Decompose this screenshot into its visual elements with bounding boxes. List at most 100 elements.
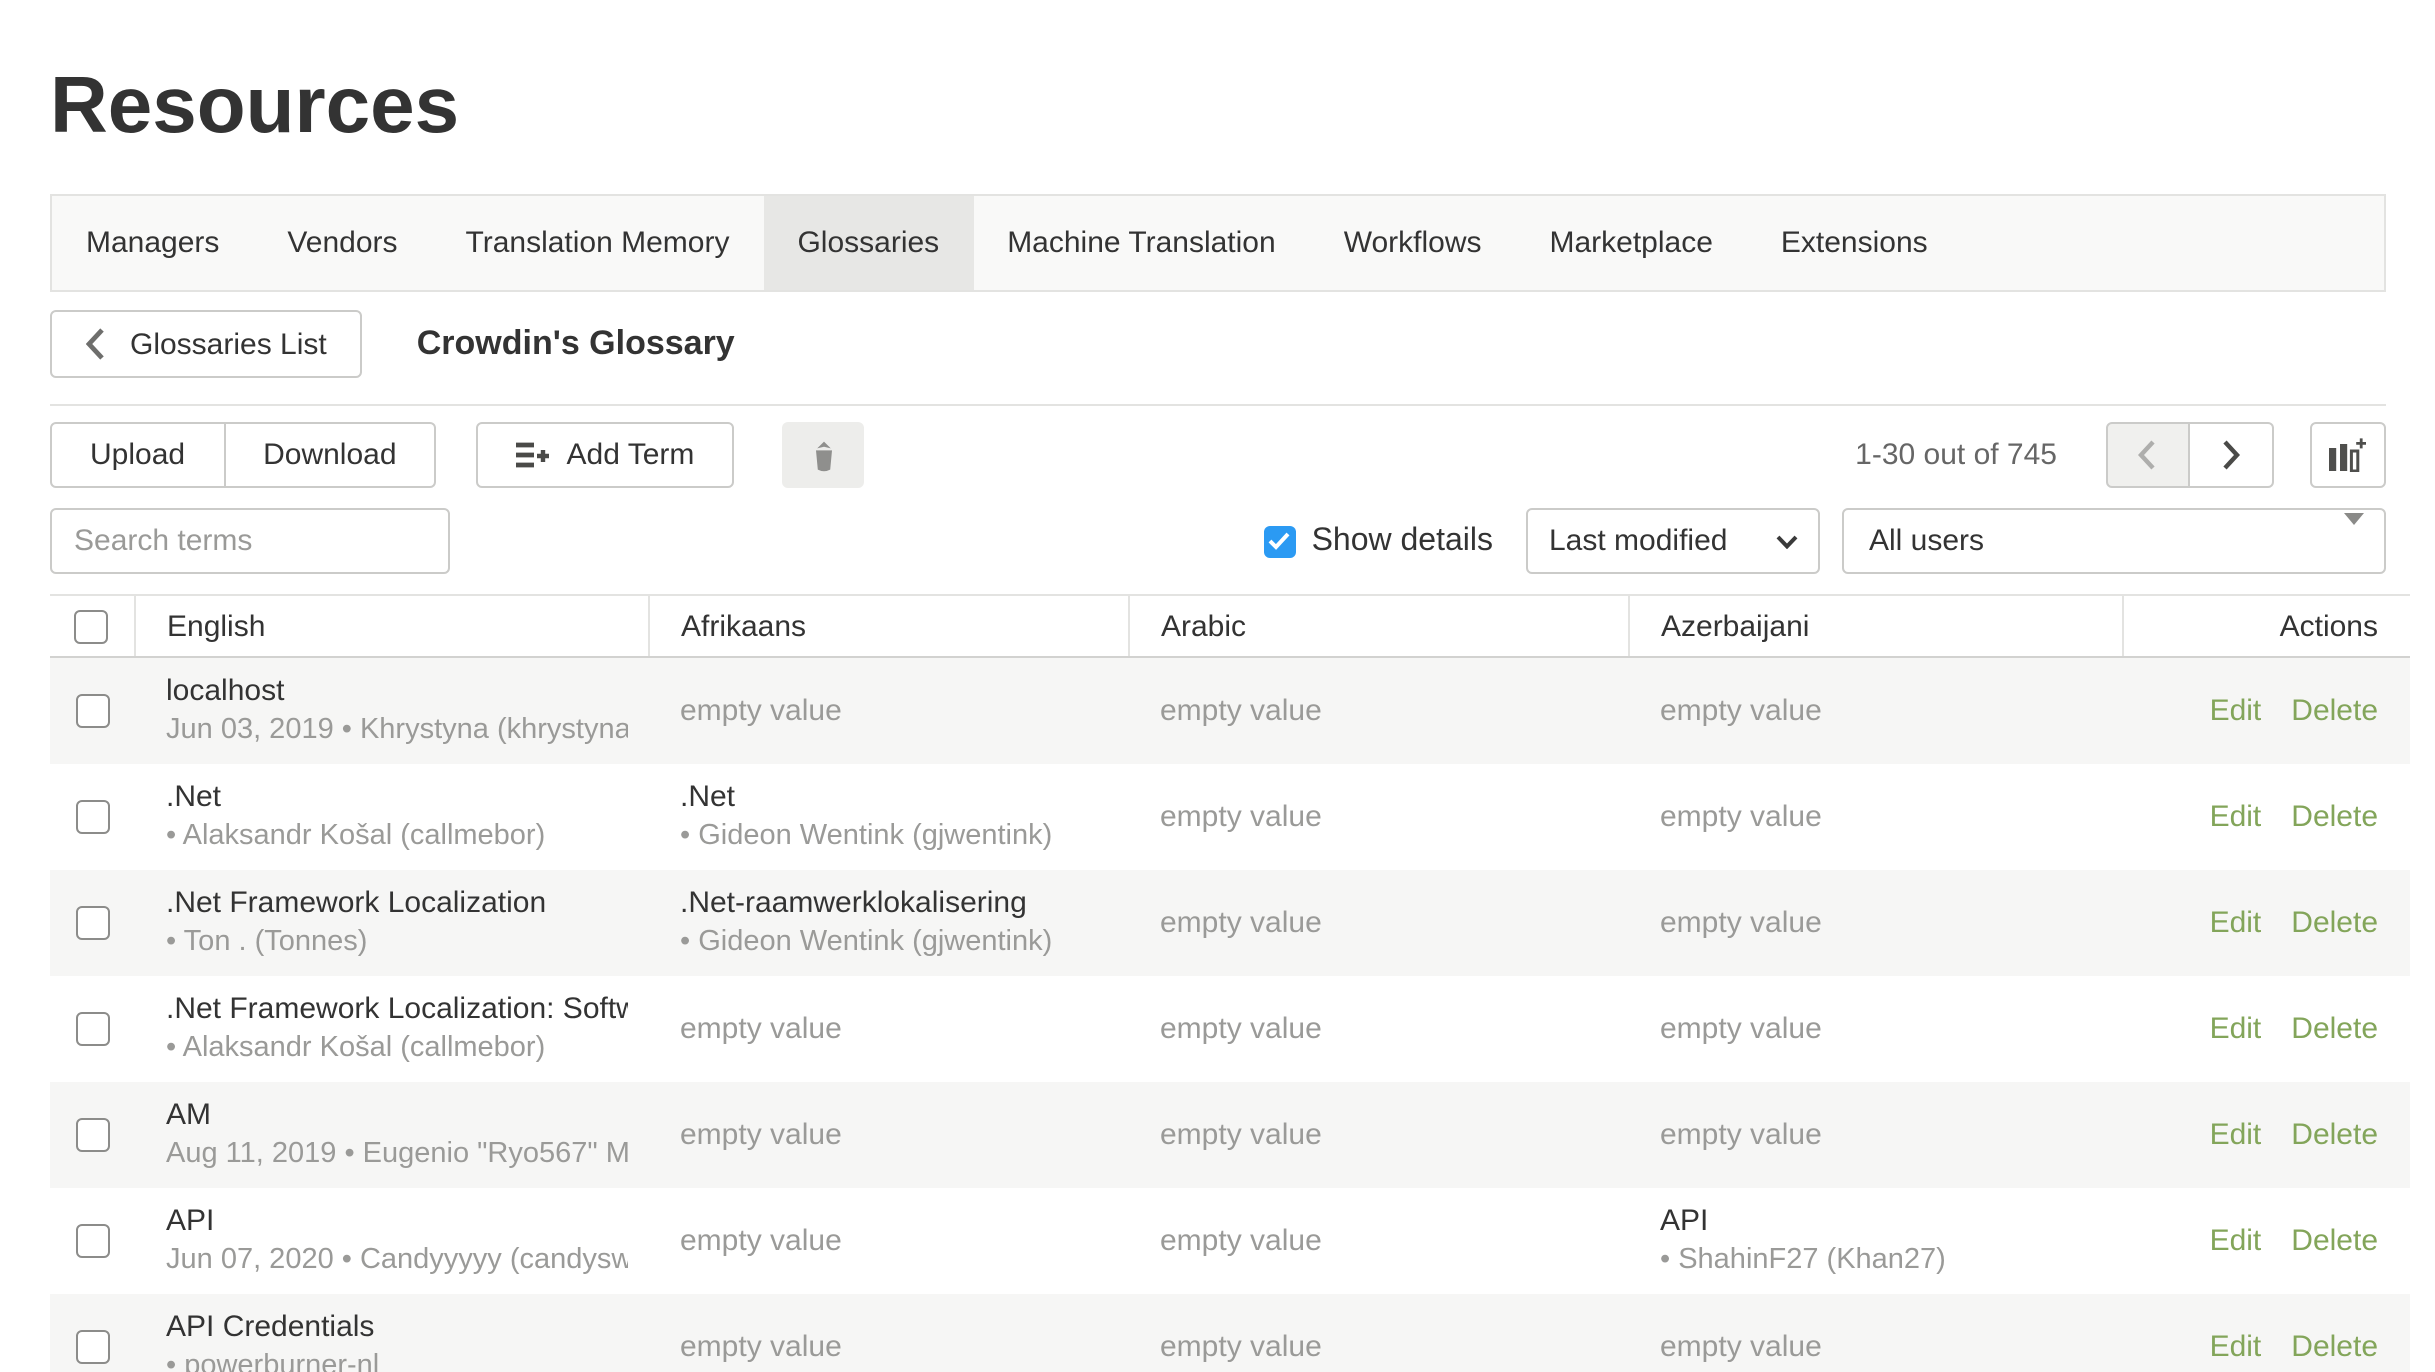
show-details-toggle[interactable]: Show details: [1264, 523, 1493, 559]
download-button[interactable]: Download: [225, 422, 436, 488]
sort-select[interactable]: Last modified: [1525, 508, 1819, 574]
row-actions-cell: Edit Delete: [2122, 657, 2410, 764]
table-row: .Net Framework Localization• Ton . (Tonn…: [50, 870, 2410, 976]
cell-azerbaijani: empty value: [1628, 976, 2122, 1082]
tab-extensions[interactable]: Extensions: [1747, 196, 1962, 290]
term-text: .Net Framework Localization: Softwa: [166, 990, 628, 1028]
tab-vendors[interactable]: Vendors: [253, 196, 431, 290]
tab-marketplace[interactable]: Marketplace: [1516, 196, 1747, 290]
row-checkbox[interactable]: [75, 801, 109, 835]
row-checkbox-cell: [50, 657, 134, 764]
glossaries-list-back-button[interactable]: Glossaries List: [50, 310, 363, 378]
cell-arabic: empty value: [1128, 1294, 1628, 1372]
empty-value-label: empty value: [680, 1118, 842, 1152]
row-checkbox[interactable]: [75, 907, 109, 941]
trash-icon: [807, 437, 839, 473]
cell-afrikaans: empty value: [648, 657, 1128, 764]
empty-value-label: empty value: [680, 1012, 842, 1046]
pagination-count: 1-30 out of 745: [1855, 438, 2057, 472]
delete-link[interactable]: Delete: [2291, 800, 2378, 834]
page-title: Resources: [0, 0, 2435, 150]
row-actions-cell: Edit Delete: [2122, 870, 2410, 976]
row-checkbox[interactable]: [75, 1119, 109, 1153]
tab-workflows[interactable]: Workflows: [1310, 196, 1516, 290]
row-actions-cell: Edit Delete: [2122, 764, 2410, 870]
edit-link[interactable]: Edit: [2210, 800, 2262, 834]
term-detail: • Gideon Wentink (gjwentink): [680, 922, 1108, 962]
term-text: API: [1660, 1202, 2102, 1240]
cell-english: AMAug 11, 2019 • Eugenio "Ryo567" Ma: [134, 1082, 648, 1188]
delete-link[interactable]: Delete: [2291, 1224, 2378, 1258]
term-detail: Aug 11, 2019 • Eugenio "Ryo567" Ma: [166, 1134, 628, 1174]
delete-link[interactable]: Delete: [2291, 906, 2378, 940]
delete-selected-button[interactable]: [782, 422, 864, 488]
delete-link[interactable]: Delete: [2291, 1330, 2378, 1364]
row-checkbox[interactable]: [75, 1013, 109, 1047]
columns-plus-icon: [2328, 438, 2366, 472]
row-actions-cell: Edit Delete: [2122, 1294, 2410, 1372]
row-checkbox[interactable]: [75, 1225, 109, 1259]
tab-managers[interactable]: Managers: [52, 196, 253, 290]
delete-link[interactable]: Delete: [2291, 1118, 2378, 1152]
cell-azerbaijani: empty value: [1628, 764, 2122, 870]
column-header-actions: Actions: [2122, 595, 2410, 657]
term-text: API Credentials: [166, 1308, 628, 1346]
cell-azerbaijani: empty value: [1628, 657, 2122, 764]
select-all-checkbox[interactable]: [75, 610, 109, 644]
table-row: .Net• Alaksandr Košal (callmebor).Net• G…: [50, 764, 2410, 870]
tab-machine-translation[interactable]: Machine Translation: [973, 196, 1310, 290]
checkbox-checked-icon: [1264, 525, 1296, 557]
prev-page-button[interactable]: [2105, 422, 2189, 488]
row-checkbox[interactable]: [75, 1331, 109, 1365]
manage-columns-button[interactable]: [2309, 422, 2385, 488]
term-detail: • ShahinF27 (Khan27): [1660, 1240, 2102, 1280]
cell-english: .Net• Alaksandr Košal (callmebor): [134, 764, 648, 870]
edit-link[interactable]: Edit: [2210, 1012, 2262, 1046]
search-input[interactable]: [50, 508, 450, 574]
delete-link[interactable]: Delete: [2291, 1012, 2378, 1046]
edit-link[interactable]: Edit: [2210, 1118, 2262, 1152]
table-body: localhostJun 03, 2019 • Khrystyna (khrys…: [50, 657, 2410, 1372]
edit-link[interactable]: Edit: [2210, 1330, 2262, 1364]
edit-link[interactable]: Edit: [2210, 694, 2262, 728]
edit-link[interactable]: Edit: [2210, 906, 2262, 940]
show-details-label: Show details: [1312, 523, 1493, 559]
table-row: API Credentials• powerburner-nl empty val…: [50, 1294, 2410, 1372]
add-term-button[interactable]: Add Term: [477, 422, 735, 488]
cell-afrikaans: .Net• Gideon Wentink (gjwentink): [648, 764, 1128, 870]
cell-azerbaijani: empty value: [1628, 1294, 2122, 1372]
filter-right: Show details Last modified All users: [1264, 508, 2385, 574]
chevron-right-icon: [2221, 440, 2239, 470]
table-header-row: EnglishAfrikaansArabicAzerbaijaniActions: [50, 595, 2410, 657]
empty-value-label: empty value: [1660, 906, 1822, 940]
cell-afrikaans: empty value: [648, 1082, 1128, 1188]
chevron-left-icon: [86, 328, 104, 360]
term-detail: • powerburner-nl: [166, 1346, 628, 1372]
term-detail: • Ton . (Tonnes): [166, 922, 628, 962]
delete-link[interactable]: Delete: [2291, 694, 2378, 728]
cell-arabic: empty value: [1128, 1082, 1628, 1188]
term-detail: • Gideon Wentink (gjwentink): [680, 816, 1108, 856]
empty-value-label: empty value: [680, 1224, 842, 1258]
table-row: .Net Framework Localization: Softwa• Ala…: [50, 976, 2410, 1082]
tab-glossaries[interactable]: Glossaries: [763, 196, 973, 290]
empty-value-label: empty value: [680, 1330, 842, 1364]
column-header-arabic: Arabic: [1128, 595, 1628, 657]
edit-link[interactable]: Edit: [2210, 1224, 2262, 1258]
row-actions-cell: Edit Delete: [2122, 1082, 2410, 1188]
row-checkbox-cell: [50, 870, 134, 976]
empty-value-label: empty value: [1660, 800, 1822, 834]
row-checkbox[interactable]: [75, 695, 109, 729]
subheader-divider: [50, 404, 2385, 406]
triangle-down-icon: [2343, 524, 2363, 558]
sort-select-value: Last modified: [1549, 524, 1727, 558]
users-select[interactable]: All users: [1841, 508, 2385, 574]
row-actions-cell: Edit Delete: [2122, 976, 2410, 1082]
term-text: .Net: [166, 778, 628, 816]
column-header-english: English: [134, 595, 648, 657]
next-page-button[interactable]: [2189, 422, 2273, 488]
empty-value-label: empty value: [1660, 1118, 1822, 1152]
cell-afrikaans: empty value: [648, 1294, 1128, 1372]
upload-button[interactable]: Upload: [50, 422, 225, 488]
tab-translation-memory[interactable]: Translation Memory: [432, 196, 764, 290]
